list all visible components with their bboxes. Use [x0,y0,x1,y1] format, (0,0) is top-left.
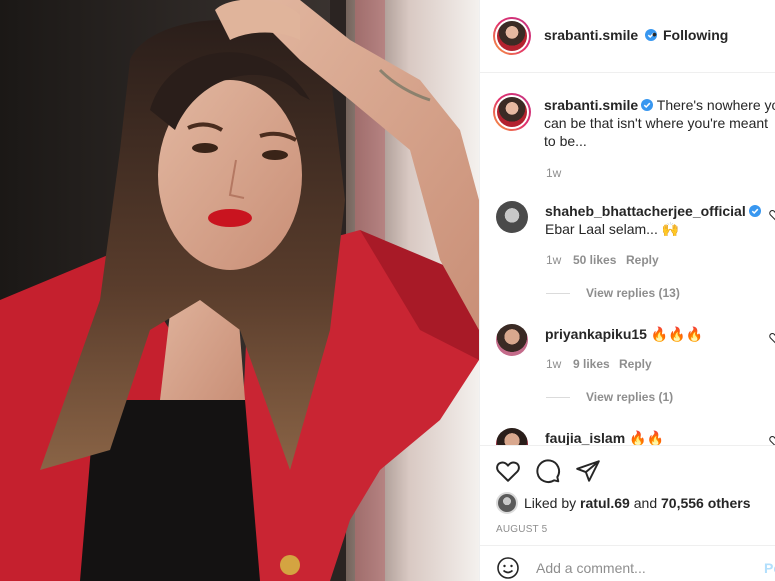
comment-avatar[interactable] [496,324,528,356]
share-icon[interactable] [575,458,601,484]
view-replies-button[interactable]: View replies (1) [586,390,673,404]
author-username-text[interactable]: srabanti.smile [544,27,638,43]
comment-like-heart-icon[interactable] [769,209,775,221]
verified-badge-icon [748,205,761,217]
comment-like-heart-icon[interactable] [769,435,775,445]
comment-text: shaheb_bhattacherjee_official Ebar Laal … [545,202,761,238]
comment-timestamp[interactable]: 1w [546,357,561,371]
comment-body: Ebar Laal selam... 🙌 [545,221,680,237]
comment-text: priyankapiku15 🔥🔥🔥 [545,325,703,343]
comment-body: 🔥🔥 [629,430,664,445]
comment-reply-button[interactable]: Reply [619,357,652,371]
caption-line-1: There's nowhere you [656,97,775,113]
likes-middle: and [629,495,661,511]
comment-like-heart-icon[interactable] [769,332,775,344]
caption-line-3: to be... [544,133,587,149]
likes-prefix: Liked by [524,495,581,511]
caption-username[interactable]: srabanti.smile [544,97,638,113]
post-details-panel: srabanti.smile • Following srabanti.smil… [479,0,775,581]
post-photo[interactable] [0,0,479,581]
view-replies-button[interactable]: View replies (13) [586,286,680,300]
post-comment-button[interactable]: Post [764,560,775,576]
replies-divider [546,293,570,294]
post-date[interactable]: AUGUST 5 [496,524,547,535]
comment-username[interactable]: faujia_islam [545,430,625,445]
comment-avatar[interactable] [496,428,528,445]
caption-line-2: can be that isn't where you're meant [544,115,769,131]
header-separator: • [652,26,657,42]
post-header: srabanti.smile • Following [480,0,775,73]
liker-username[interactable]: ratul.69 [580,495,630,511]
author-username[interactable]: srabanti.smile [544,27,658,43]
replies-divider [546,397,570,398]
verified-badge-icon [641,99,654,111]
caption-text: srabanti.smile There's nowhere you can b… [544,96,775,150]
comment-likes-count[interactable]: 9 likes [573,357,610,371]
caption-timestamp[interactable]: 1w [546,166,561,180]
comment-username[interactable]: priyankapiku15 [545,326,647,342]
comment-text: faujia_islam 🔥🔥 [545,429,664,445]
likes-count[interactable]: 70,556 others [661,495,751,511]
caption-avatar[interactable] [493,93,531,131]
heart-icon[interactable] [495,458,521,484]
likes-summary: Liked by ratul.69 and 70,556 others [524,495,751,511]
comment-avatar[interactable] [496,201,528,233]
liker-avatar[interactable] [496,492,518,514]
smiley-icon[interactable] [496,556,520,580]
post-photo-art [0,0,479,581]
author-avatar[interactable] [493,17,531,55]
comment-reply-button[interactable]: Reply [626,253,659,267]
comment-body: 🔥🔥🔥 [650,326,704,342]
comment-likes-count[interactable]: 50 likes [573,253,616,267]
add-comment-bar: Post [480,545,775,581]
comments-list[interactable]: srabanti.smile There's nowhere you can b… [480,73,775,445]
comment-timestamp[interactable]: 1w [546,253,561,267]
comment-username[interactable]: shaheb_bhattacherjee_official [545,203,746,219]
comment-icon[interactable] [535,458,561,484]
comment-input[interactable] [536,560,736,576]
following-button[interactable]: Following [663,27,728,43]
